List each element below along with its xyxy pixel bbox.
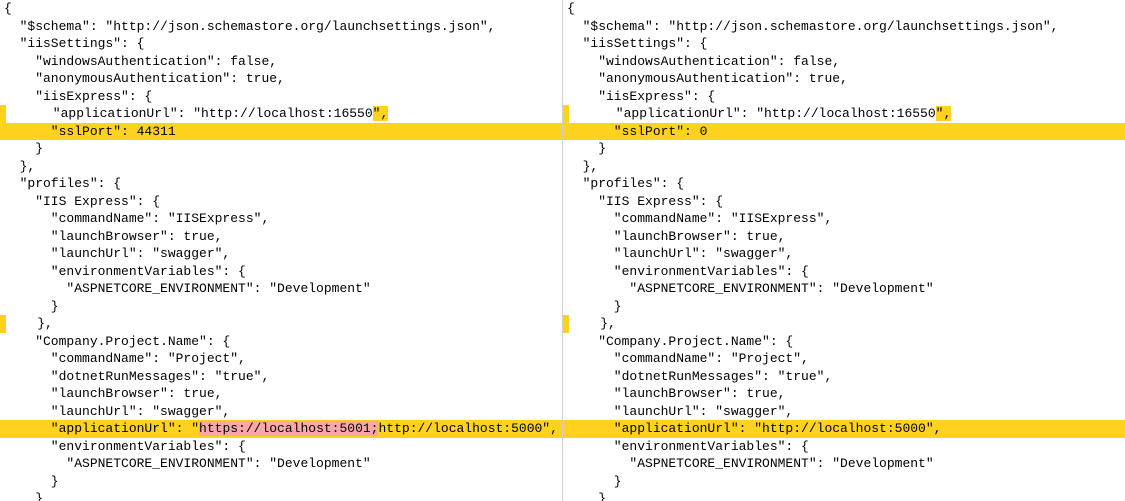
diff-container: { "$schema": "http://json.schemastore.or… xyxy=(0,0,1125,501)
code-line: } xyxy=(563,490,1125,501)
code-text: 44311 xyxy=(137,124,176,139)
code-text: }, xyxy=(6,316,53,331)
code-line: "environmentVariables": { xyxy=(0,263,562,281)
code-line: "environmentVariables": { xyxy=(563,438,1125,456)
code-line: "windowsAuthentication": false, xyxy=(0,53,562,71)
code-text: http://localhost:5000", xyxy=(378,421,557,436)
code-line: "commandName": "Project", xyxy=(0,350,562,368)
code-line: "applicationUrl": "http://localhost:1655… xyxy=(563,105,1125,123)
code-line: "ASPNETCORE_ENVIRONMENT": "Development" xyxy=(563,280,1125,298)
code-line: "environmentVariables": { xyxy=(0,438,562,456)
code-line: "anonymousAuthentication": true, xyxy=(563,70,1125,88)
code-line: "dotnetRunMessages": "true", xyxy=(563,368,1125,386)
code-line: }, xyxy=(0,158,562,176)
code-line: "IIS Express": { xyxy=(0,193,562,211)
code-line: "$schema": "http://json.schemastore.org/… xyxy=(0,18,562,36)
diff-line: "sslPort": 0 xyxy=(563,123,1125,141)
code-text: "applicationUrl": "http://localhost:5000… xyxy=(567,421,941,436)
code-line: } xyxy=(0,473,562,491)
code-text: "sslPort": xyxy=(4,124,137,139)
code-line: "environmentVariables": { xyxy=(563,263,1125,281)
code-line: "launchUrl": "swagger", xyxy=(0,403,562,421)
code-line: } xyxy=(563,473,1125,491)
code-text: 0 xyxy=(700,124,708,139)
code-text: "applicationUrl": "http://localhost:1655… xyxy=(569,106,936,121)
code-line: "iisExpress": { xyxy=(563,88,1125,106)
code-line: }, xyxy=(0,315,562,333)
code-line: "iisSettings": { xyxy=(0,35,562,53)
code-line: "commandName": "IISExpress", xyxy=(0,210,562,228)
code-line: "launchBrowser": true, xyxy=(563,385,1125,403)
code-line: } xyxy=(563,140,1125,158)
diff-deletion: https://localhost:5001; xyxy=(199,421,378,436)
code-line: "applicationUrl": "http://localhost:1655… xyxy=(0,105,562,123)
code-text: "applicationUrl": "http://localhost:1655… xyxy=(6,106,373,121)
code-line: "Company.Project.Name": { xyxy=(563,333,1125,351)
code-text: }, xyxy=(569,316,616,331)
diff-line: "sslPort": 44311 xyxy=(0,123,562,141)
code-line: "ASPNETCORE_ENVIRONMENT": "Development" xyxy=(0,280,562,298)
code-line: }, xyxy=(563,315,1125,333)
code-line: } xyxy=(0,140,562,158)
code-line: "launchBrowser": true, xyxy=(0,228,562,246)
code-line: { xyxy=(0,0,562,18)
code-line: { xyxy=(563,0,1125,18)
code-line: "Company.Project.Name": { xyxy=(0,333,562,351)
code-text: "sslPort": xyxy=(567,124,700,139)
code-line: "launchBrowser": true, xyxy=(563,228,1125,246)
code-text: "applicationUrl": " xyxy=(4,421,199,436)
code-line: "profiles": { xyxy=(563,175,1125,193)
code-line: "profiles": { xyxy=(0,175,562,193)
code-line: "iisSettings": { xyxy=(563,35,1125,53)
right-pane[interactable]: { "$schema": "http://json.schemastore.or… xyxy=(563,0,1125,501)
code-line: "launchUrl": "swagger", xyxy=(0,245,562,263)
diff-highlight: ", xyxy=(373,106,389,121)
code-line: "launchUrl": "swagger", xyxy=(563,245,1125,263)
code-line: } xyxy=(0,298,562,316)
diff-line: "applicationUrl": "https://localhost:500… xyxy=(0,420,562,438)
diff-line: "applicationUrl": "http://localhost:5000… xyxy=(563,420,1125,438)
code-line: "windowsAuthentication": false, xyxy=(563,53,1125,71)
left-pane[interactable]: { "$schema": "http://json.schemastore.or… xyxy=(0,0,563,501)
code-line: "launchBrowser": true, xyxy=(0,385,562,403)
code-line: "dotnetRunMessages": "true", xyxy=(0,368,562,386)
code-line: "ASPNETCORE_ENVIRONMENT": "Development" xyxy=(0,455,562,473)
code-line: "$schema": "http://json.schemastore.org/… xyxy=(563,18,1125,36)
diff-highlight: ", xyxy=(936,106,952,121)
code-line: "ASPNETCORE_ENVIRONMENT": "Development" xyxy=(563,455,1125,473)
code-line: "commandName": "IISExpress", xyxy=(563,210,1125,228)
code-line: "anonymousAuthentication": true, xyxy=(0,70,562,88)
code-line: "IIS Express": { xyxy=(563,193,1125,211)
code-line: "commandName": "Project", xyxy=(563,350,1125,368)
code-line: }, xyxy=(563,158,1125,176)
code-line: "iisExpress": { xyxy=(0,88,562,106)
code-line: } xyxy=(0,490,562,501)
code-line: "launchUrl": "swagger", xyxy=(563,403,1125,421)
code-line: } xyxy=(563,298,1125,316)
